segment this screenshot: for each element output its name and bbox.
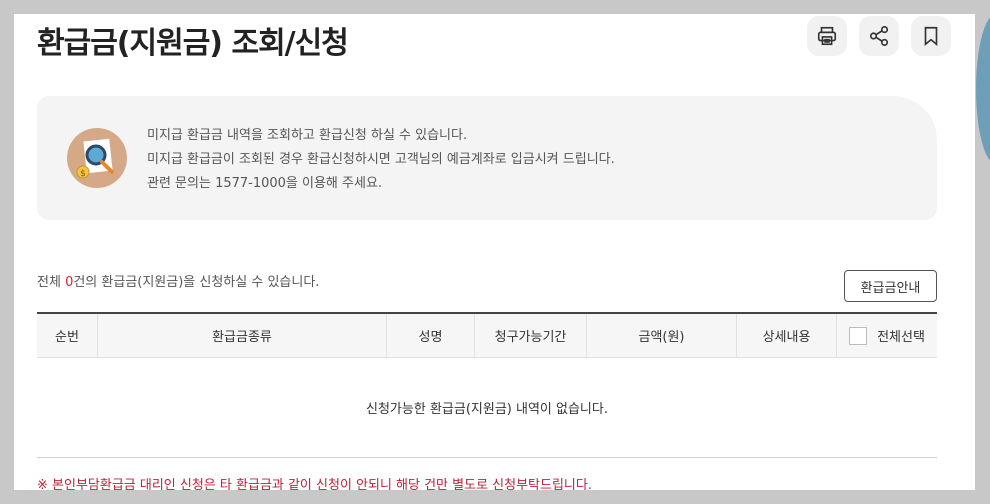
page-title: 환급금(지원금) 조회/신청 bbox=[37, 26, 349, 61]
print-button[interactable] bbox=[807, 16, 847, 56]
select-all-header: 전체선택 bbox=[837, 314, 937, 357]
search-money-icon: $ bbox=[67, 128, 127, 188]
bookmark-button[interactable] bbox=[911, 16, 951, 56]
column-header: 성명 bbox=[387, 314, 475, 357]
share-button[interactable] bbox=[859, 16, 899, 56]
side-decoration bbox=[976, 14, 990, 164]
select-all-checkbox[interactable] bbox=[849, 326, 868, 345]
page: 환급금(지원금) 조회/신청 $ 미지급 환급금 내역을 조회하고 환급신청 하… bbox=[14, 14, 975, 490]
column-header: 순번 bbox=[37, 314, 98, 357]
notice-text: ※ 본인부담환급금 대리인 신청은 타 환급금과 같이 신청이 안되니 해당 건… bbox=[37, 478, 592, 490]
info-box: $ 미지급 환급금 내역을 조회하고 환급신청 하실 수 있습니다. 미지급 환… bbox=[37, 96, 937, 220]
summary-prefix: 전체 bbox=[37, 275, 66, 290]
table-header: 순번 환급금종류 성명 청구가능기간 금액(원) 상세내용 전체선택 bbox=[37, 314, 937, 358]
column-header: 금액(원) bbox=[587, 314, 737, 357]
select-all-label: 전체선택 bbox=[877, 330, 925, 345]
info-line: 미지급 환급금이 조회된 경우 환급신청하시면 고객님의 예금계좌로 입금시켜 … bbox=[147, 152, 615, 167]
result-summary: 전체 0건의 환급금(지원금)을 신청하실 수 있습니다. bbox=[37, 271, 319, 290]
info-line: 관련 문의는 1577-1000을 이용해 주세요. bbox=[147, 176, 383, 191]
column-header: 청구가능기간 bbox=[475, 314, 587, 357]
summary-suffix: 건의 환급금(지원금)을 신청하실 수 있습니다. bbox=[73, 275, 320, 290]
info-text: 미지급 환급금 내역을 조회하고 환급신청 하실 수 있습니다. 미지급 환급금… bbox=[147, 124, 615, 196]
column-header: 환급금종류 bbox=[98, 314, 387, 357]
refund-table: 순번 환급금종류 성명 청구가능기간 금액(원) 상세내용 전체선택 신청가능한… bbox=[37, 312, 937, 458]
column-header: 상세내용 bbox=[737, 314, 837, 357]
toolbar bbox=[807, 16, 951, 56]
refund-guide-button[interactable]: 환급금안내 bbox=[844, 270, 937, 302]
svg-text:$: $ bbox=[80, 169, 86, 179]
info-line: 미지급 환급금 내역을 조회하고 환급신청 하실 수 있습니다. bbox=[147, 128, 468, 143]
share-icon bbox=[869, 26, 889, 46]
empty-message: 신청가능한 환급금(지원금) 내역이 없습니다. bbox=[37, 358, 937, 458]
bookmark-icon bbox=[924, 26, 938, 47]
printer-icon bbox=[817, 26, 837, 46]
